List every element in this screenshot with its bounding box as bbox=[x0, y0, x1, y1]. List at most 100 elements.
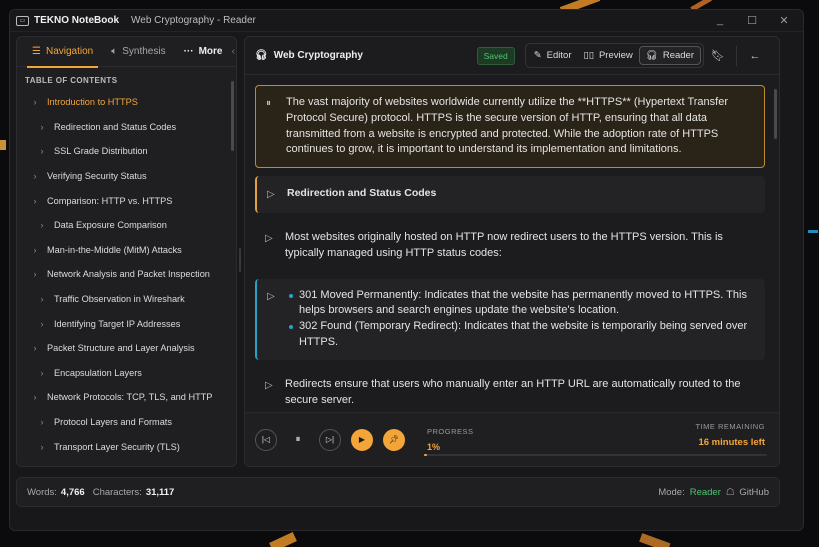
document-title: Web Cryptography - Reader bbox=[131, 15, 256, 26]
toc-item[interactable]: › Data Exposure Comparison bbox=[17, 213, 236, 238]
tab-navigation[interactable]: ☰ Navigation bbox=[23, 37, 102, 68]
tab-label: Synthesis bbox=[122, 46, 166, 57]
pause-button[interactable]: ⏸ bbox=[287, 429, 309, 451]
video-button[interactable]: ▶ bbox=[351, 428, 373, 451]
chevron-right-icon[interactable]: › bbox=[37, 122, 47, 132]
chevron-right-icon[interactable]: › bbox=[30, 343, 40, 353]
panel-resize-handle[interactable] bbox=[239, 248, 241, 272]
toc-item[interactable]: › Comparison: HTTP vs. HTTPS bbox=[17, 188, 236, 213]
toc-item[interactable]: › Network Protocols: TCP, TLS, and HTTP bbox=[17, 385, 236, 410]
progress-bar[interactable] bbox=[424, 454, 767, 456]
chevron-right-icon[interactable]: › bbox=[37, 417, 47, 427]
toc-item[interactable]: › SSL Grade Distribution bbox=[17, 139, 236, 164]
camera-icon: ▶ bbox=[358, 435, 366, 444]
toc-item[interactable]: › Man-in-the-Middle (MitM) Attacks bbox=[17, 238, 236, 263]
progress-value: 1% bbox=[427, 442, 441, 452]
back-arrow-icon[interactable]: ← bbox=[741, 50, 769, 62]
chevron-right-icon[interactable]: › bbox=[37, 220, 47, 230]
chevron-right-icon[interactable]: › bbox=[30, 392, 40, 402]
title-bar: ▭ TEKNO NoteBook Web Cryptography - Read… bbox=[10, 10, 803, 32]
tab-more[interactable]: ··· More bbox=[175, 37, 232, 67]
toc-item-label: Verifying Security Status bbox=[47, 171, 147, 182]
toc-item[interactable]: › Traffic Observation in Wireshark bbox=[17, 287, 236, 312]
tab-synthesis[interactable]: 🔈︎ Synthesis bbox=[102, 37, 174, 67]
status-bar: Words: 4,766 Characters: 31,117 Mode: Re… bbox=[16, 477, 780, 507]
progress-info: PROGRESS 1% bbox=[427, 427, 474, 452]
toc-item[interactable]: › Transport Layer Security (TLS) bbox=[17, 434, 236, 459]
toc-item[interactable]: › Packet Structure and Layer Analysis bbox=[17, 336, 236, 361]
toc-item-label: Protocol Layers and Formats bbox=[54, 417, 172, 428]
collapse-sidebar-icon[interactable]: ‹ bbox=[232, 46, 235, 57]
reader-title-text: Web Cryptography bbox=[273, 50, 363, 61]
pin-button[interactable]: 📌︎ bbox=[383, 428, 405, 451]
toc-item[interactable]: › Redirection and Status Codes bbox=[17, 115, 236, 140]
section-heading-block[interactable]: ▷ Redirection and Status Codes bbox=[255, 176, 765, 213]
saved-badge: Saved bbox=[476, 46, 515, 65]
words-label: Words: bbox=[27, 486, 57, 498]
toc-item-label: Packet Structure and Layer Analysis bbox=[47, 343, 195, 354]
skip-forward-button[interactable]: ▷| bbox=[319, 428, 341, 451]
minimize-button[interactable]: _ bbox=[715, 14, 725, 27]
mode-label: Reader bbox=[662, 50, 694, 61]
time-remaining-label: TIME REMAINING bbox=[695, 422, 765, 431]
sidebar-panel: ☰ Navigation 🔈︎ Synthesis ··· More ‹ TAB… bbox=[16, 36, 237, 467]
chevron-right-icon[interactable]: › bbox=[30, 196, 40, 206]
play-icon[interactable]: ▷ bbox=[265, 230, 275, 262]
github-link[interactable]: GitHub bbox=[739, 487, 769, 498]
preview-mode-button[interactable]: ▯▯ Preview bbox=[578, 47, 639, 64]
view-mode-switcher: ✎ Editor ▯▯ Preview 🎧︎ Reader bbox=[524, 43, 704, 68]
sidebar-scrollbar[interactable] bbox=[231, 81, 234, 151]
toc-item[interactable]: › Introduction to HTTPS bbox=[17, 90, 236, 115]
pin-icon: 📌︎ bbox=[388, 435, 400, 444]
app-name: TEKNO NoteBook bbox=[34, 15, 119, 26]
chevron-right-icon[interactable]: › bbox=[30, 97, 40, 107]
headphones-icon: 🎧︎ bbox=[645, 50, 658, 61]
chevron-right-icon[interactable]: › bbox=[37, 146, 47, 156]
paragraph-block[interactable]: ⏸ The vast majority of websites worldwide… bbox=[255, 85, 765, 169]
reader-scrollbar[interactable] bbox=[774, 89, 777, 139]
toc-item[interactable]: › Verifying Security Status bbox=[17, 164, 236, 189]
maximize-button[interactable]: ☐ bbox=[747, 14, 757, 27]
play-icon[interactable]: ▷ bbox=[265, 377, 275, 409]
reader-mode-button[interactable]: 🎧︎ Reader bbox=[638, 46, 701, 65]
chevron-right-icon[interactable]: › bbox=[30, 245, 40, 255]
table-of-contents: › Introduction to HTTPS › Redirection and S… bbox=[17, 90, 236, 459]
mode-value: Reader bbox=[689, 486, 721, 498]
toc-item[interactable]: › Encapsulation Layers bbox=[17, 361, 236, 386]
characters-count: 31,117 bbox=[145, 486, 175, 498]
toc-item-label: Network Analysis and Packet Inspection bbox=[47, 269, 210, 280]
play-icon[interactable]: ▷ bbox=[267, 288, 277, 351]
chevron-right-icon[interactable]: › bbox=[30, 269, 40, 279]
bookmark-icon[interactable]: 🔖︎ bbox=[704, 49, 732, 62]
toc-item-label: Comparison: HTTP vs. HTTPS bbox=[47, 195, 173, 206]
bullet-list: 301 Moved Permanently: Indicates that th… bbox=[287, 288, 755, 351]
play-icon[interactable]: ▷ bbox=[267, 186, 277, 203]
toc-item-label: Data Exposure Comparison bbox=[54, 220, 167, 231]
mode-label: Preview bbox=[598, 50, 633, 61]
skip-back-button[interactable]: |◁ bbox=[255, 428, 277, 451]
chevron-right-icon[interactable]: › bbox=[37, 294, 47, 304]
toc-item[interactable]: › Network Analysis and Packet Inspection bbox=[17, 262, 236, 287]
toc-item-label: Encapsulation Layers bbox=[54, 367, 142, 378]
pause-icon[interactable]: ⏸ bbox=[266, 95, 276, 158]
paragraph-block[interactable]: ▷ Most websites originally hosted on HTTP… bbox=[255, 221, 765, 271]
toc-item-label: Man-in-the-Middle (MitM) Attacks bbox=[47, 244, 182, 255]
chevron-right-icon[interactable]: › bbox=[37, 319, 47, 329]
close-button[interactable]: ✕ bbox=[779, 14, 789, 27]
reader-content[interactable]: ⏸ The vast majority of websites worldwide… bbox=[255, 85, 765, 415]
tab-label: Navigation bbox=[45, 46, 94, 57]
book-icon: ▯▯ bbox=[583, 50, 594, 61]
paragraph-block[interactable]: ▷ Redirects ensure that users who manuall… bbox=[255, 368, 765, 415]
chevron-right-icon[interactable]: › bbox=[37, 442, 47, 452]
toc-item[interactable]: › Identifying Target IP Addresses bbox=[17, 311, 236, 336]
toc-item-label: Transport Layer Security (TLS) bbox=[54, 441, 180, 452]
chevron-right-icon[interactable]: › bbox=[37, 368, 47, 378]
editor-mode-button[interactable]: ✎ Editor bbox=[528, 47, 578, 64]
paragraph-text: The vast majority of websites worldwide … bbox=[286, 96, 728, 156]
progress-bar-fill bbox=[424, 454, 428, 456]
paragraph-block[interactable]: ▷ 301 Moved Permanently: Indicates that t… bbox=[255, 278, 765, 360]
toc-item[interactable]: › Protocol Layers and Formats bbox=[17, 410, 236, 435]
list-item: 301 Moved Permanently: Indicates that th… bbox=[287, 288, 755, 320]
chevron-right-icon[interactable]: › bbox=[30, 171, 40, 181]
toc-item-label: Introduction to HTTPS bbox=[47, 97, 138, 108]
